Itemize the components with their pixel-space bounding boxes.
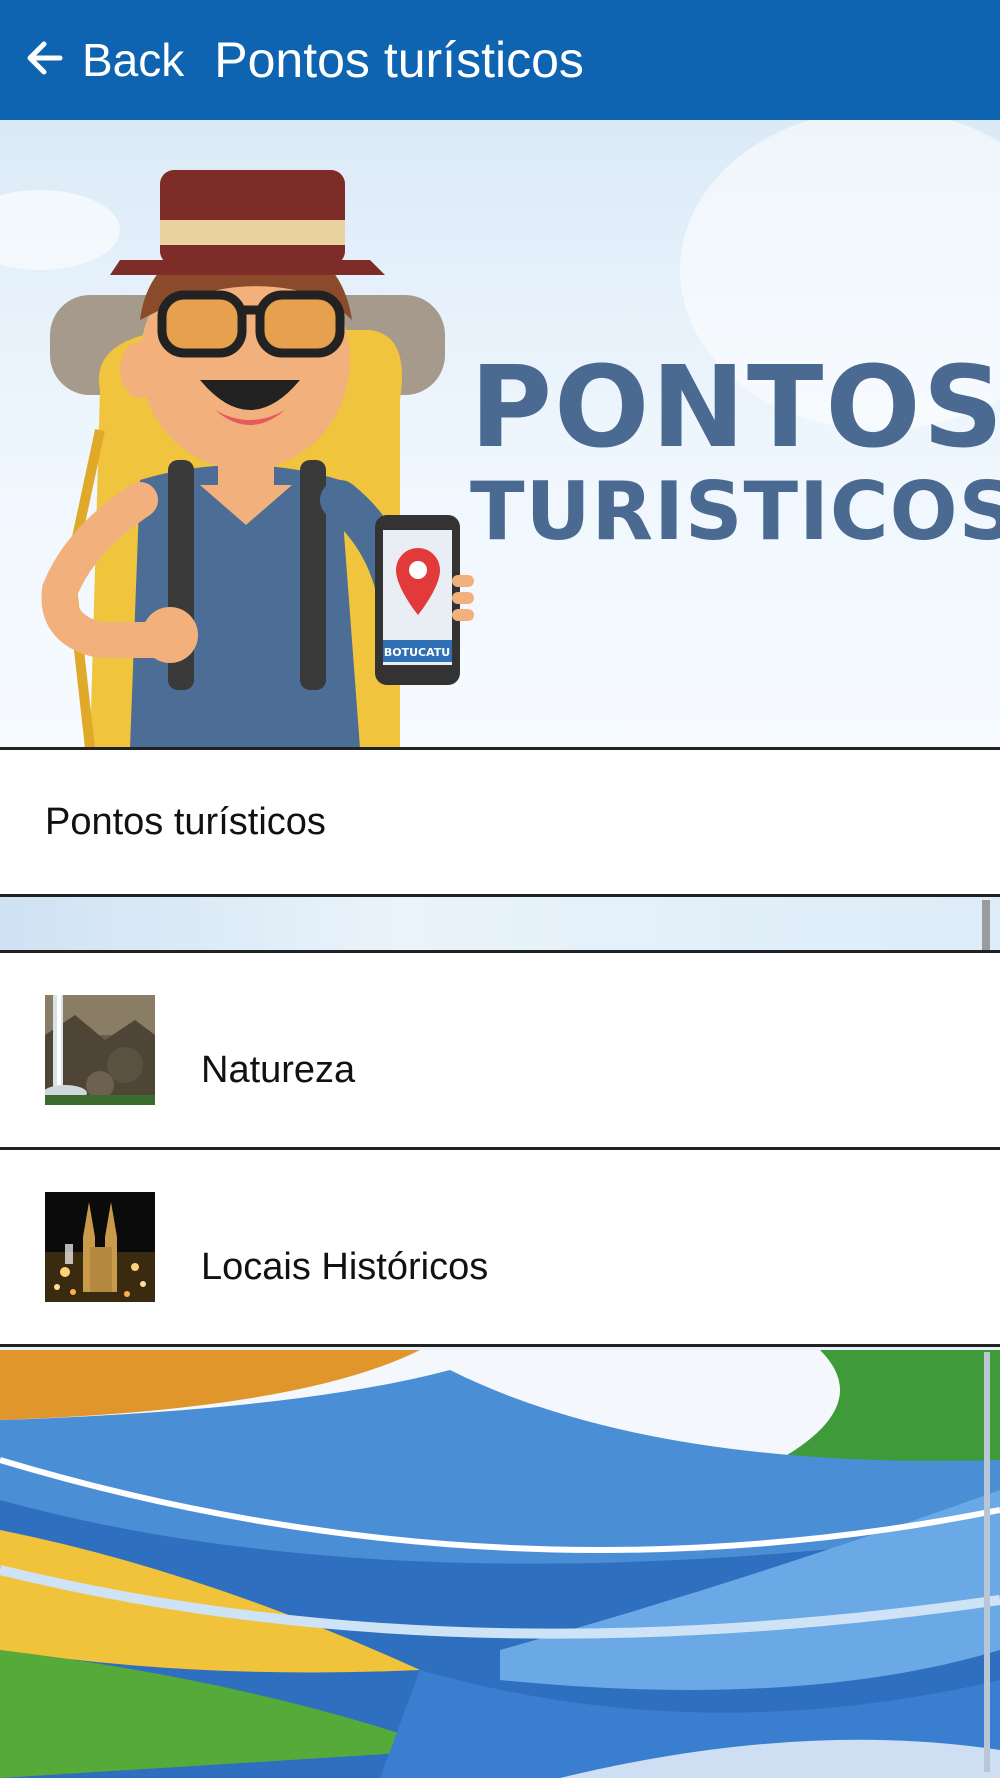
hero-line-2: TURISTICOS	[470, 465, 1000, 558]
section-header: Pontos turísticos	[0, 750, 1000, 894]
hero-heading: PONTOS TURISTICOS	[470, 343, 1000, 558]
arrow-left-icon	[20, 33, 70, 88]
app-bar: Back Pontos turísticos	[0, 0, 1000, 120]
phone-label: BOTUCATU	[384, 646, 450, 659]
list-item-natureza[interactable]: Natureza	[0, 953, 1000, 1147]
list-item-locais-historicos[interactable]: Locais Históricos	[0, 1150, 1000, 1344]
cathedral-thumbnail	[45, 1192, 155, 1302]
list-item-label: Natureza	[201, 1048, 356, 1091]
list-item-label: Locais Históricos	[201, 1245, 489, 1288]
back-label: Back	[82, 34, 185, 86]
scrollbar[interactable]	[982, 900, 990, 950]
divider	[0, 1344, 1000, 1347]
background-strip	[0, 897, 1000, 951]
hero-line-1: PONTOS	[470, 343, 1000, 473]
waterfall-thumbnail	[45, 995, 155, 1105]
section-label: Pontos turísticos	[45, 800, 326, 843]
scrollbar[interactable]	[984, 1352, 990, 1772]
decorative-waves	[0, 1350, 1000, 1778]
page-title: Pontos turísticos	[214, 32, 584, 88]
back-button[interactable]: Back	[20, 33, 184, 88]
hero-banner: BOTUCATU PONTOS TURISTICOS	[0, 120, 1000, 748]
